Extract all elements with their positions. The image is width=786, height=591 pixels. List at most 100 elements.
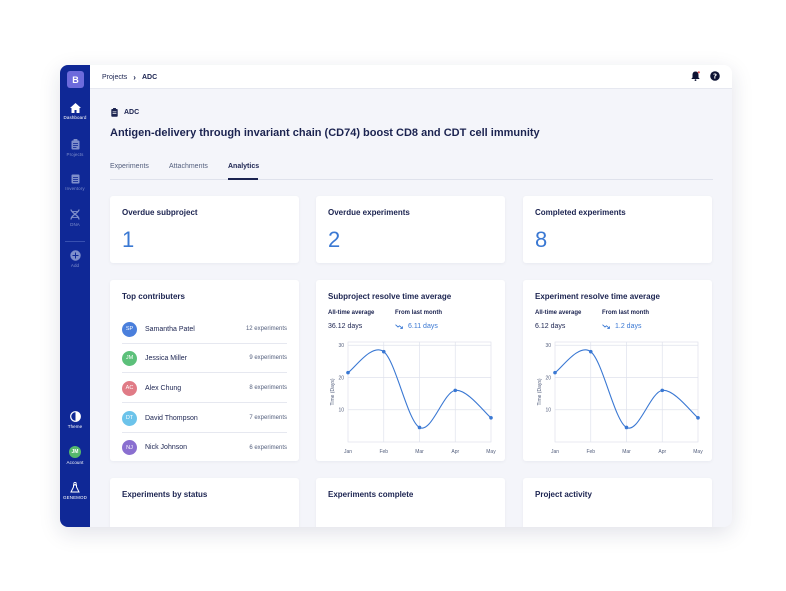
y-tick-label: 10	[545, 408, 551, 414]
svg-text:?: ?	[713, 73, 717, 81]
contributor-count: 7 experiments	[249, 415, 287, 421]
list-item[interactable]: AC Alex Chung 8 experiments	[122, 374, 287, 403]
inventory-icon	[71, 174, 79, 184]
contributor-name: David Thompson	[145, 414, 198, 422]
sidebar-item-label: Projects	[66, 152, 84, 157]
sidebar: B Dashboard Projects Inventory DNA Add T…	[60, 65, 90, 527]
project-tag: ADC	[111, 108, 139, 117]
sidebar-item-inventory[interactable]: Inventory	[60, 174, 90, 191]
breadcrumb-projects[interactable]: Projects	[102, 74, 127, 81]
data-point	[660, 388, 665, 393]
list-item[interactable]: JM Jessica Miller 9 experiments	[122, 344, 287, 373]
avatar: AC	[122, 380, 137, 396]
project-activity-card: Project activity	[523, 478, 712, 527]
x-tick-label: Mar	[415, 449, 424, 455]
x-tick-label: Apr	[451, 449, 459, 455]
stat-title: Overdue experiments	[328, 208, 410, 217]
x-tick-label: Apr	[658, 449, 666, 455]
chevron-right-icon: ›	[133, 73, 136, 82]
active-tab-indicator	[228, 178, 258, 180]
x-tick-label: Jan	[344, 449, 352, 455]
contributor-name: Samantha Patel	[145, 325, 195, 333]
home-icon	[69, 103, 81, 113]
sidebar-item-label: Inventory	[65, 186, 85, 191]
avatar: JM	[122, 350, 137, 366]
experiment-resolve-card: Experiment resolve time average All-time…	[523, 280, 712, 461]
list-item[interactable]: DT David Thompson 7 experiments	[122, 404, 287, 433]
x-tick-label: Jan	[551, 449, 559, 455]
x-tick-label: Feb	[586, 449, 595, 455]
x-tick-label: May	[693, 449, 703, 455]
brand-logo[interactable]: B	[67, 71, 84, 88]
sidebar-divider	[65, 241, 85, 242]
contributor-name: Alex Chung	[145, 384, 182, 392]
experiments-by-status-card: Experiments by status	[110, 478, 299, 527]
tab-analytics[interactable]: Analytics	[228, 163, 259, 170]
y-tick-label: 20	[545, 375, 551, 381]
stat-title: Completed experiments	[535, 208, 626, 217]
contributor-count: 6 experiments	[249, 444, 287, 451]
breadcrumb-current: ADC	[141, 74, 158, 81]
clipboard-icon	[111, 108, 118, 117]
sidebar-item-label: Dashboard	[63, 115, 87, 120]
account-menu[interactable]: JM Account	[60, 446, 90, 465]
data-point	[696, 416, 700, 420]
contributors-title: Top contributers	[122, 292, 185, 301]
contributors-card: Top contributers SP Samantha Patel 12 ex…	[110, 280, 299, 461]
flask-icon	[70, 482, 80, 493]
y-axis-label: Time (Days)	[537, 378, 543, 405]
sidebar-item-label: Add	[70, 263, 80, 268]
card-title: Experiments complete	[328, 490, 414, 499]
data-point	[453, 388, 458, 393]
x-tick-label: May	[486, 449, 496, 455]
add-icon	[69, 250, 81, 261]
avatar: SP	[122, 321, 137, 337]
theme-toggle[interactable]: Theme	[60, 411, 90, 429]
clipboard-icon	[71, 139, 79, 150]
sidebar-item-projects[interactable]: Projects	[60, 139, 90, 157]
x-tick-label: Mar	[622, 449, 631, 455]
app-window: B Dashboard Projects Inventory DNA Add T…	[60, 65, 732, 527]
topbar-actions: ?	[691, 71, 720, 81]
data-point	[346, 370, 350, 375]
bell-icon[interactable]	[691, 71, 700, 81]
breadcrumb: Projects › ADC	[102, 73, 157, 82]
data-point	[417, 425, 422, 430]
topbar: Projects › ADC ?	[90, 65, 732, 89]
tab-bar: Experiments Attachments Analytics	[110, 163, 713, 180]
tab-experiments[interactable]: Experiments	[110, 163, 149, 170]
tab-attachments[interactable]: Attachments	[169, 163, 208, 170]
y-tick-label: 30	[545, 343, 551, 349]
data-point	[553, 370, 557, 375]
list-item[interactable]: NJ Nick Johnson 6 experiments	[122, 433, 287, 462]
avatar: JM	[69, 446, 81, 458]
sidebar-item-dashboard[interactable]: Dashboard	[60, 103, 90, 120]
project-tag-label: ADC	[124, 109, 140, 116]
stat-title: Overdue subproject	[122, 208, 198, 217]
contributor-count: 9 experiments	[249, 355, 287, 361]
y-tick-label: 30	[338, 343, 344, 349]
data-point	[381, 349, 386, 354]
contributor-count: 12 experiments	[245, 326, 287, 332]
theme-icon	[69, 411, 81, 422]
list-item[interactable]: SP Samantha Patel 12 experiments	[122, 315, 287, 344]
data-point	[489, 416, 493, 420]
dna-icon	[70, 209, 80, 220]
genemod-logo: GENEMOD	[60, 482, 90, 500]
theme-label: Theme	[67, 424, 83, 429]
contributor-name: Nick Johnson	[145, 444, 188, 451]
y-tick-label: 20	[338, 375, 344, 381]
stat-card-overdue-experiments: Overdue experiments 2	[316, 196, 505, 263]
data-point	[588, 349, 593, 354]
sidebar-item-dna[interactable]: DNA	[60, 209, 90, 227]
account-label: Account	[66, 460, 84, 465]
stat-value: 8	[535, 227, 548, 252]
avatar: DT	[122, 410, 137, 426]
avatar: NJ	[122, 440, 137, 455]
contributor-name: Jessica Miller	[145, 354, 188, 362]
stat-value: 2	[328, 227, 341, 252]
sidebar-item-add[interactable]: Add	[60, 250, 90, 268]
x-tick-label: Feb	[379, 449, 388, 455]
help-icon[interactable]: ?	[710, 71, 720, 81]
sidebar-item-label: DNA	[70, 222, 80, 227]
